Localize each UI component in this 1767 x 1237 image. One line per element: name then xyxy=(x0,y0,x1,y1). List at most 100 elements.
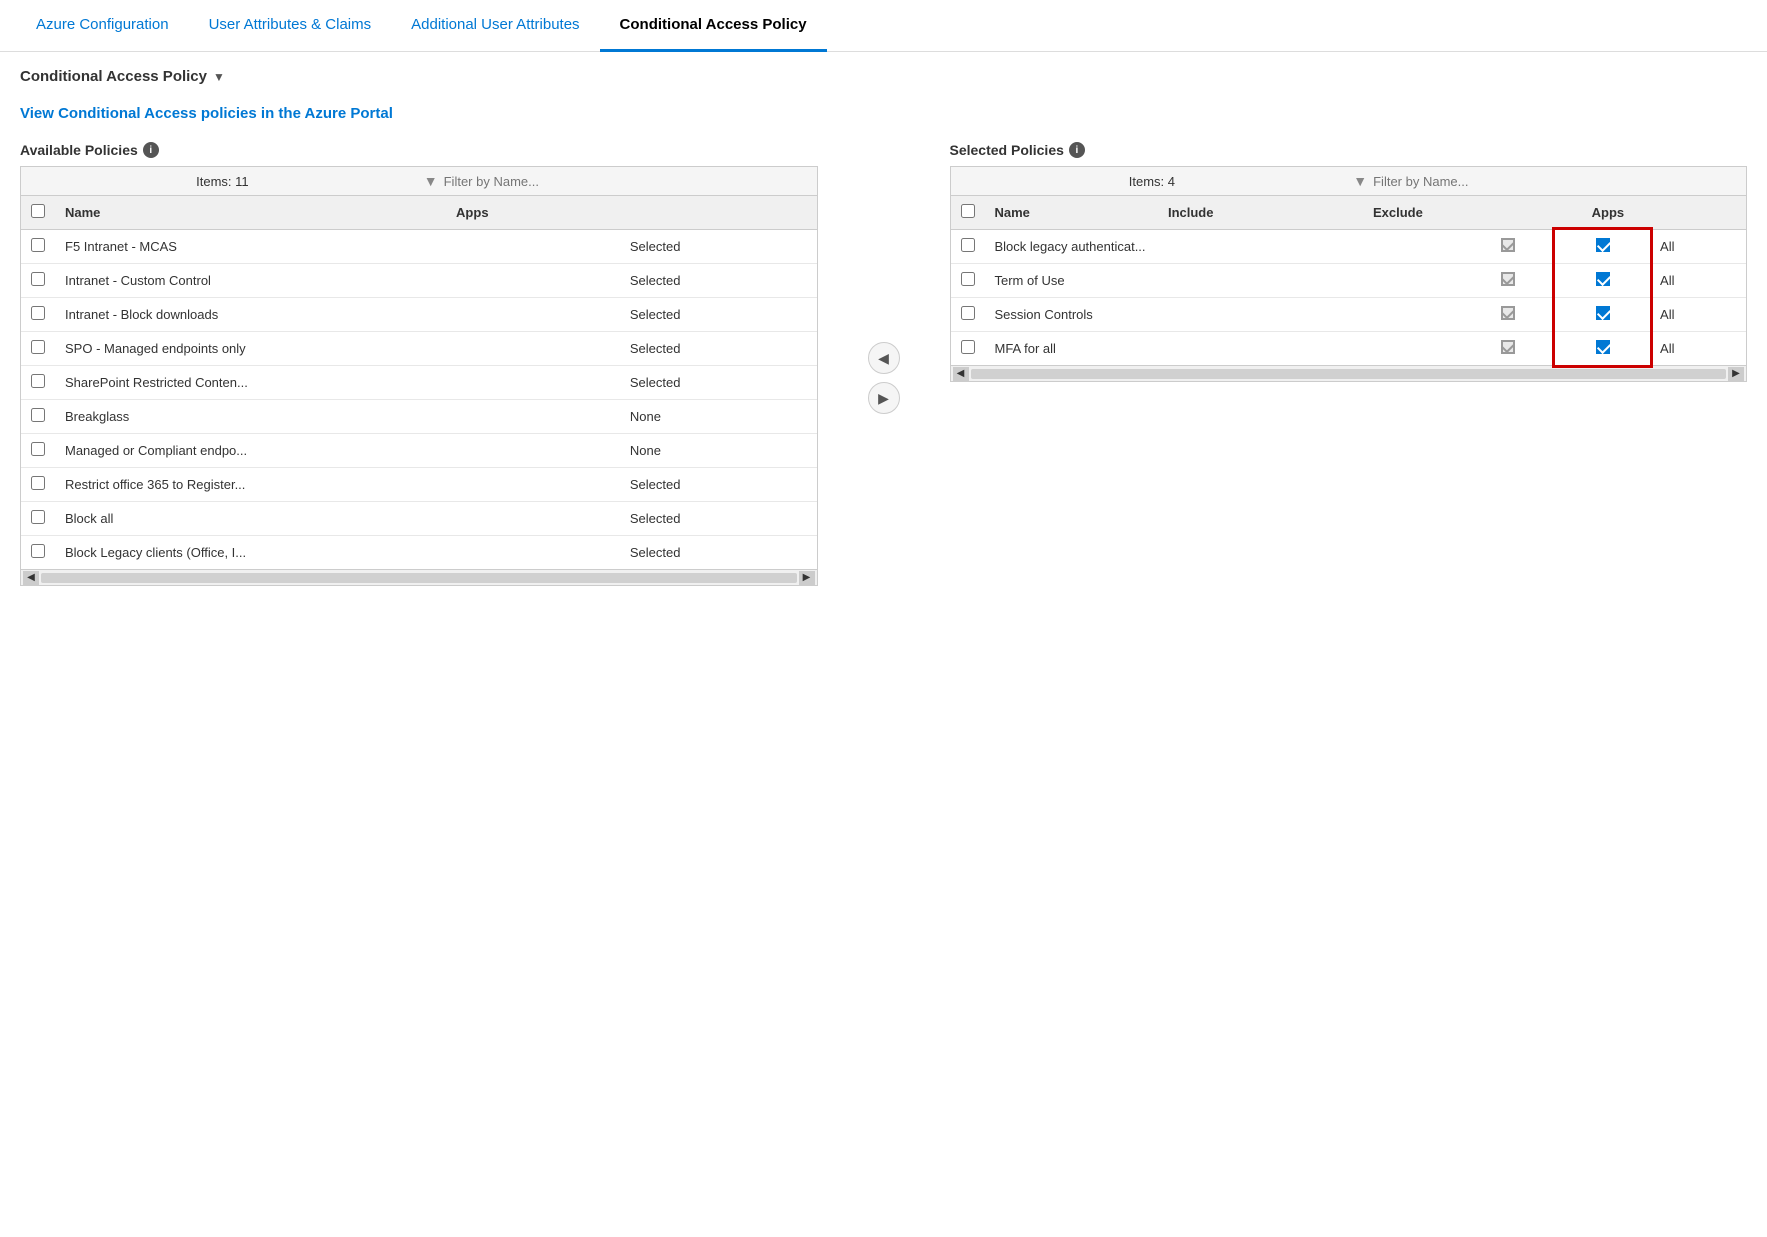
available-policy-name: F5 Intranet - MCAS xyxy=(55,230,620,264)
available-policy-row: Managed or Compliant endpo... None xyxy=(21,434,817,468)
selected-policy-include-checkbox-2[interactable] xyxy=(1501,306,1515,320)
available-policy-checkbox-cell xyxy=(21,502,55,536)
selected-policy-apps: All xyxy=(1650,264,1746,298)
available-policy-row: Restrict office 365 to Register... Selec… xyxy=(21,468,817,502)
available-policy-apps: None xyxy=(620,400,817,434)
available-policy-name: SPO - Managed endpoints only xyxy=(55,332,620,366)
tab-additional-user-attributes[interactable]: Additional User Attributes xyxy=(391,0,599,52)
selected-policies-table: Name Include Exclude Apps xyxy=(951,196,1747,230)
selected-policy-exclude-cell xyxy=(1555,264,1650,298)
available-policy-checkbox-4[interactable] xyxy=(31,374,45,388)
available-policies-scroll-left[interactable]: ◀ xyxy=(23,571,39,585)
selected-policies-count: Items: 4 xyxy=(961,174,1344,189)
selected-policies-scrollbar[interactable]: ◀ ▶ xyxy=(951,365,1747,381)
selected-policy-include-checkbox-0[interactable] xyxy=(1501,238,1515,252)
available-policy-checkbox-6[interactable] xyxy=(31,442,45,456)
selected-policy-checkbox-2[interactable] xyxy=(961,306,975,320)
available-policies-select-all-header xyxy=(21,196,55,230)
selected-policies-filter-input[interactable] xyxy=(1373,174,1736,189)
tab-conditional-access[interactable]: Conditional Access Policy xyxy=(600,0,827,52)
available-policy-row: Block all Selected xyxy=(21,502,817,536)
available-policy-apps: Selected xyxy=(620,332,817,366)
panels-container: Available Policies i Items: 11 ▼ xyxy=(20,142,1747,586)
top-navigation: Azure Configuration User Attributes & Cl… xyxy=(0,0,1767,52)
selected-policy-include-cell xyxy=(1461,332,1556,366)
available-policies-panel: Available Policies i Items: 11 ▼ xyxy=(20,142,818,586)
selected-policy-exclude-checkbox-1[interactable] xyxy=(1596,272,1610,286)
available-policies-filter-input[interactable] xyxy=(444,174,807,189)
selected-policy-checkbox-3[interactable] xyxy=(961,340,975,354)
page-content: Conditional Access Policy ▼ View Conditi… xyxy=(0,52,1767,602)
selected-policies-body-table: Block legacy authenticat... All Term of … xyxy=(951,230,1747,365)
available-policy-apps: Selected xyxy=(620,502,817,536)
available-policy-row: Intranet - Block downloads Selected xyxy=(21,298,817,332)
selected-policies-scroll-left[interactable]: ◀ xyxy=(953,367,969,381)
available-policy-checkbox-2[interactable] xyxy=(31,306,45,320)
selected-policy-checkbox-1[interactable] xyxy=(961,272,975,286)
selected-policy-checkbox-cell xyxy=(951,332,985,366)
available-policy-checkbox-9[interactable] xyxy=(31,544,45,558)
selected-policies-scroll-right[interactable]: ▶ xyxy=(1728,367,1744,381)
available-policies-scrollbar[interactable]: ◀ ▶ xyxy=(21,569,817,585)
tab-user-attributes[interactable]: User Attributes & Claims xyxy=(189,0,392,52)
selected-policy-checkbox-cell xyxy=(951,230,985,264)
selected-policies-filter-icon: ▼ xyxy=(1353,173,1367,189)
available-policies-select-all-checkbox[interactable] xyxy=(31,204,45,218)
available-policy-row: Block Legacy clients (Office, I... Selec… xyxy=(21,536,817,570)
selected-policies-table-wrapper: Items: 4 ▼ Name Include xyxy=(950,166,1748,382)
selected-policy-include-cell xyxy=(1461,298,1556,332)
selected-policy-exclude-checkbox-3[interactable] xyxy=(1596,340,1610,354)
selected-policy-row: Session Controls All xyxy=(951,298,1747,332)
selected-policies-apps-header: Apps xyxy=(1582,196,1746,230)
selected-policy-exclude-checkbox-0[interactable] xyxy=(1596,238,1610,252)
available-policy-apps: Selected xyxy=(620,468,817,502)
selected-policy-checkbox-0[interactable] xyxy=(961,238,975,252)
available-policies-toolbar: Items: 11 ▼ xyxy=(21,167,817,196)
available-policy-name: Restrict office 365 to Register... xyxy=(55,468,620,502)
tab-azure-config[interactable]: Azure Configuration xyxy=(16,0,189,52)
available-policies-name-header: Name xyxy=(55,196,446,230)
transfer-left-button[interactable]: ◀ xyxy=(868,342,900,374)
selected-policy-exclude-cell xyxy=(1555,332,1650,366)
available-policy-checkbox-cell xyxy=(21,434,55,468)
available-policies-header-row: Name Apps xyxy=(21,196,817,230)
selected-policy-checkbox-cell xyxy=(951,298,985,332)
selected-policies-select-all-checkbox[interactable] xyxy=(961,204,975,218)
available-policy-checkbox-cell xyxy=(21,400,55,434)
selected-policies-filter-area: ▼ xyxy=(1353,173,1736,189)
selected-policies-exclude-header: Exclude xyxy=(1363,196,1582,230)
available-policy-checkbox-0[interactable] xyxy=(31,238,45,252)
available-policies-scroll[interactable]: F5 Intranet - MCAS Selected Intranet - C… xyxy=(21,230,817,569)
available-policy-checkbox-1[interactable] xyxy=(31,272,45,286)
selected-policy-include-checkbox-3[interactable] xyxy=(1501,340,1515,354)
selected-policies-scroll-track[interactable] xyxy=(971,369,1727,379)
available-policy-checkbox-8[interactable] xyxy=(31,510,45,524)
available-policy-name: Intranet - Custom Control xyxy=(55,264,620,298)
selected-policy-exclude-checkbox-2[interactable] xyxy=(1596,306,1610,320)
section-dropdown-arrow[interactable]: ▼ xyxy=(213,70,225,84)
selected-policy-row: Block legacy authenticat... All xyxy=(951,230,1747,264)
available-policy-checkbox-5[interactable] xyxy=(31,408,45,422)
transfer-right-button[interactable]: ▶ xyxy=(868,382,900,414)
available-policies-scroll-track[interactable] xyxy=(41,573,797,583)
available-policy-checkbox-cell xyxy=(21,468,55,502)
available-policies-scroll-right[interactable]: ▶ xyxy=(799,571,815,585)
azure-portal-link[interactable]: View Conditional Access policies in the … xyxy=(20,105,393,122)
selected-policies-panel: Selected Policies i Items: 4 ▼ xyxy=(950,142,1748,382)
available-policy-checkbox-cell xyxy=(21,298,55,332)
selected-policy-include-checkbox-1[interactable] xyxy=(1501,272,1515,286)
available-policy-apps: Selected xyxy=(620,264,817,298)
selected-policies-info-icon[interactable]: i xyxy=(1069,142,1085,158)
available-policy-checkbox-cell xyxy=(21,264,55,298)
selected-policies-toolbar: Items: 4 ▼ xyxy=(951,167,1747,196)
selected-policy-name: MFA for all xyxy=(985,332,1461,366)
available-policy-name: Managed or Compliant endpo... xyxy=(55,434,620,468)
available-policy-row: SharePoint Restricted Conten... Selected xyxy=(21,366,817,400)
available-policy-checkbox-3[interactable] xyxy=(31,340,45,354)
section-header: Conditional Access Policy ▼ xyxy=(20,68,1747,85)
available-policy-checkbox-7[interactable] xyxy=(31,476,45,490)
selected-policies-title: Selected Policies i xyxy=(950,142,1748,158)
available-policies-info-icon[interactable]: i xyxy=(143,142,159,158)
available-policy-apps: Selected xyxy=(620,536,817,570)
selected-policy-name: Session Controls xyxy=(985,298,1461,332)
